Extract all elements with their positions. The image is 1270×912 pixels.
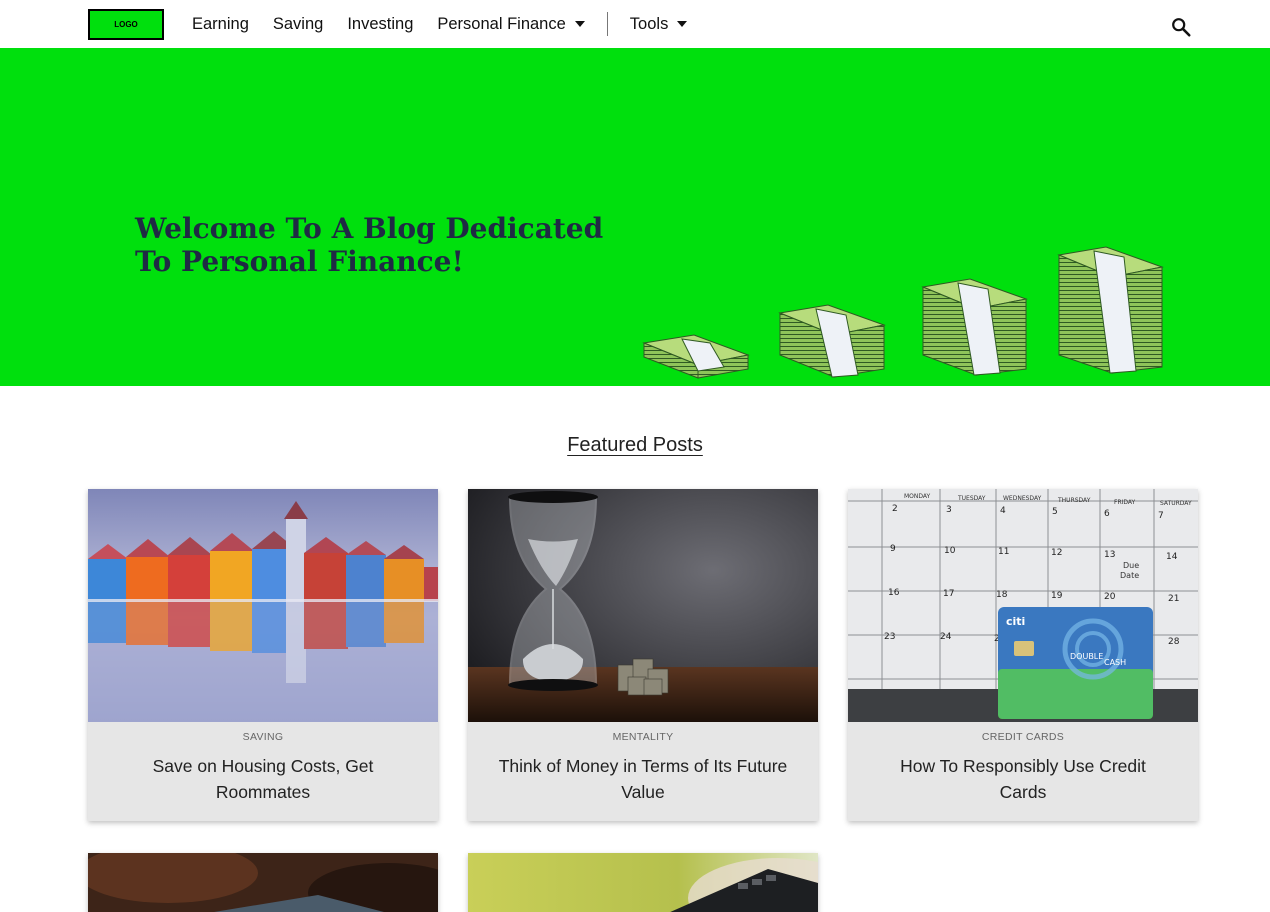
logo-text: LOGO — [114, 20, 138, 29]
featured-posts-heading-text: Featured Posts — [567, 434, 703, 456]
svg-text:2: 2 — [892, 504, 898, 514]
nav-link-saving[interactable]: Saving — [273, 15, 323, 34]
money-stack-2 — [778, 304, 886, 378]
svg-text:28: 28 — [1168, 637, 1180, 647]
svg-text:11: 11 — [998, 547, 1009, 557]
search-icon — [1172, 18, 1191, 37]
post-card-saving[interactable]: SAVING Save on Housing Costs, Get Roomma… — [88, 489, 438, 821]
calendar-day-label: SATURDAY — [1160, 500, 1192, 507]
post-image-calendar-credit-card: MONDAY TUESDAY WEDNESDAY THURSDAY FRIDAY… — [848, 489, 1198, 722]
nav-dropdown-personal-finance[interactable]: Personal Finance — [437, 14, 585, 34]
top-navbar: LOGO Earning Saving Investing Personal F… — [0, 0, 1270, 48]
calendar-day-label: FRIDAY — [1114, 499, 1136, 506]
svg-text:21: 21 — [1168, 594, 1179, 604]
calendar-note: Due — [1123, 561, 1139, 570]
post-image-partial-1 — [88, 853, 438, 912]
calendar-day-label: THURSDAY — [1057, 497, 1091, 504]
post-image-partial-2 — [468, 853, 818, 912]
post-category: SAVING — [242, 731, 284, 743]
featured-posts-heading[interactable]: Featured Posts — [0, 434, 1270, 457]
nav-link-investing[interactable]: Investing — [347, 15, 413, 34]
site-logo[interactable]: LOGO — [88, 9, 164, 40]
money-stack-4 — [1057, 246, 1164, 374]
nav-divider — [606, 12, 608, 36]
svg-text:17: 17 — [943, 589, 954, 599]
svg-text:10: 10 — [944, 546, 956, 556]
nav-link-label: Saving — [272, 14, 324, 33]
svg-text:16: 16 — [888, 588, 900, 598]
money-stack-1 — [642, 334, 750, 379]
money-stacks-illustration — [642, 246, 1164, 379]
post-title: Think of Money in Terms of Its Future Va… — [498, 756, 788, 802]
nav-link-label: Earning — [192, 14, 249, 33]
calendar-day-label: WEDNESDAY — [1003, 495, 1042, 502]
post-title: How To Responsibly Use Credit Cards — [900, 756, 1146, 802]
nav-link-label: Tools — [629, 14, 669, 33]
card-name-text: DOUBLE — [1070, 652, 1103, 661]
nav-link-label: Investing — [347, 14, 414, 33]
svg-text:20: 20 — [1104, 592, 1116, 602]
post-card-mentality[interactable]: MENTALITY Think of Money in Terms of Its… — [468, 489, 818, 821]
post-image-houses — [88, 489, 438, 722]
caret-down-icon — [677, 21, 688, 27]
post-card-credit-cards[interactable]: MONDAY TUESDAY WEDNESDAY THURSDAY FRIDAY… — [848, 489, 1198, 821]
svg-text:6: 6 — [1104, 509, 1110, 519]
svg-text:18: 18 — [996, 590, 1008, 600]
search-button[interactable] — [1170, 16, 1192, 38]
calendar-note: Date — [1120, 571, 1139, 580]
post-card-partial-2[interactable] — [468, 853, 818, 912]
card-name-text: CASH — [1104, 658, 1126, 667]
svg-text:5: 5 — [1052, 507, 1058, 517]
svg-text:7: 7 — [1158, 511, 1164, 521]
calendar-day-label: TUESDAY — [957, 495, 986, 502]
svg-text:9: 9 — [890, 544, 896, 554]
caret-down-icon — [574, 21, 585, 27]
svg-text:4: 4 — [1000, 506, 1006, 516]
hero-title: Welcome To A Blog Dedicated To Personal … — [135, 212, 604, 278]
svg-text:24: 24 — [940, 632, 952, 642]
svg-text:12: 12 — [1051, 548, 1062, 558]
calendar-day-label: MONDAY — [904, 493, 931, 500]
nav-dropdown-tools[interactable]: Tools — [630, 15, 688, 34]
post-card-partial-1[interactable] — [88, 853, 438, 912]
svg-text:19: 19 — [1051, 591, 1063, 601]
post-title: Save on Housing Costs, Get Roommates — [152, 756, 374, 802]
svg-text:14: 14 — [1166, 552, 1178, 562]
svg-text:23: 23 — [884, 632, 895, 642]
post-category: MENTALITY — [612, 731, 674, 743]
main-nav: Earning Saving Investing Personal Financ… — [192, 0, 711, 48]
money-stack-3 — [921, 278, 1028, 376]
post-image-hourglass — [468, 489, 818, 722]
post-category: CREDIT CARDS — [981, 731, 1065, 743]
card-brand-text: citi — [1006, 615, 1025, 628]
svg-text:13: 13 — [1104, 550, 1115, 560]
nav-link-label: Personal Finance — [437, 14, 566, 33]
hero-banner: Welcome To A Blog Dedicated To Personal … — [0, 48, 1270, 386]
svg-text:3: 3 — [946, 505, 952, 515]
nav-link-earning[interactable]: Earning — [192, 15, 249, 34]
